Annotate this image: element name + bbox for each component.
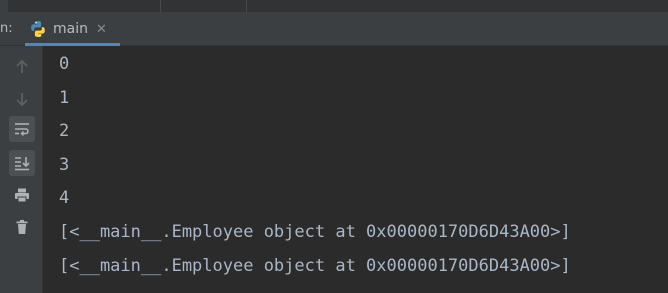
- edge-divider: [246, 0, 247, 12]
- console-line: [<__main__.Employee object at 0x00000170…: [59, 256, 571, 276]
- tab-label: main: [53, 21, 88, 37]
- tab-main[interactable]: main ✕: [20, 13, 120, 46]
- run-tool-window: n: main ✕ 0 1 2 3 4 [<__main__.Employee …: [0, 0, 668, 293]
- edge-divider: [160, 0, 161, 12]
- close-icon[interactable]: ✕: [96, 22, 107, 37]
- console-toolbar: [0, 46, 43, 293]
- run-tab-bar: n: main ✕: [0, 13, 668, 46]
- console-line: [<__main__.Employee object at 0x00000170…: [59, 222, 571, 242]
- edge-segment: [0, 0, 8, 12]
- editor-edge: [0, 0, 668, 13]
- trash-icon[interactable]: [9, 214, 35, 240]
- console-line: 0: [59, 54, 70, 74]
- python-icon: [31, 21, 45, 37]
- console-line: 4: [59, 188, 70, 208]
- console-line: 1: [59, 88, 70, 108]
- up-arrow-icon[interactable]: [9, 54, 35, 80]
- console-line: 3: [59, 155, 70, 175]
- run-label: n:: [0, 21, 13, 36]
- soft-wrap-icon[interactable]: [9, 116, 35, 142]
- down-arrow-icon[interactable]: [9, 86, 35, 112]
- scroll-to-end-icon[interactable]: [9, 150, 35, 176]
- print-icon[interactable]: [9, 182, 35, 208]
- console-output[interactable]: 0 1 2 3 4 [<__main__.Employee object at …: [43, 46, 668, 293]
- console-line: 2: [59, 121, 70, 141]
